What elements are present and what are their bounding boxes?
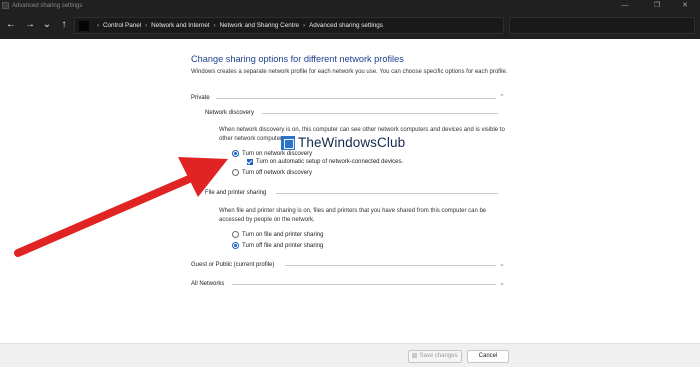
save-changes-button[interactable]: Save changes (408, 350, 462, 363)
admin-shield-icon (412, 353, 418, 358)
cancel-button[interactable]: Cancel (467, 350, 509, 363)
red-arrow-icon (14, 157, 228, 257)
footer-bar: Save changes Cancel (0, 343, 700, 367)
save-changes-label: Save changes (419, 353, 458, 359)
